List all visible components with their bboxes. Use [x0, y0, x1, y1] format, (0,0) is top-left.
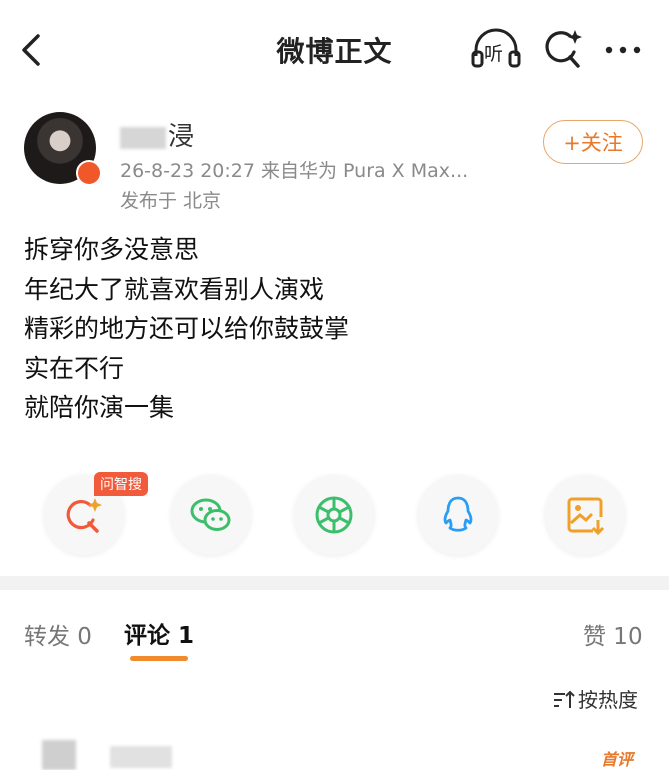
tab-likes[interactable]: 赞 10: [583, 617, 643, 651]
post-location: 发布于 北京: [120, 190, 222, 212]
sort-icon: [554, 690, 575, 708]
post-content: 拆穿你多没意思 年纪大了就喜欢看别人演戏 精彩的地方还可以给你鼓鼓掌 实在不行 …: [24, 230, 349, 428]
qq-icon: [443, 496, 473, 532]
verified-badge-icon: [76, 160, 102, 186]
ai-search-button[interactable]: [540, 26, 584, 72]
ai-search-icon: [66, 498, 102, 533]
follow-button[interactable]: +关注: [543, 120, 643, 164]
sort-by-heat-button[interactable]: 按热度: [553, 684, 638, 713]
listen-label: 听: [484, 43, 504, 65]
post-line: 精彩的地方还可以给你鼓鼓掌: [24, 314, 350, 343]
sort-label: 按热度: [578, 688, 638, 712]
first-comment-badge: 首评: [601, 750, 634, 769]
post-line: 实在不行: [24, 353, 125, 383]
tab-comments[interactable]: 评论 1: [124, 616, 194, 650]
more-dots-icon: [605, 46, 641, 54]
tab-repost[interactable]: 转发 0: [24, 617, 92, 651]
share-save-image-button[interactable]: [545, 475, 625, 555]
wechat-icon: [190, 498, 231, 531]
post-line: 就陪你演一集: [24, 393, 175, 422]
ai-search-tag: 问智搜: [94, 472, 148, 496]
post-line: 年纪大了就喜欢看别人演戏: [24, 274, 325, 304]
listen-button[interactable]: 听: [470, 26, 522, 72]
more-button[interactable]: [598, 30, 648, 70]
post-line: 拆穿你多没意思: [24, 235, 200, 264]
moments-icon: [315, 496, 353, 534]
blurred-name-part: [120, 126, 166, 149]
commenter-avatar[interactable]: [42, 740, 76, 770]
share-moments-button[interactable]: [294, 475, 374, 555]
author-name-text: 浸: [168, 122, 195, 152]
share-qq-button[interactable]: [418, 475, 498, 555]
author-name[interactable]: 浸: [120, 116, 194, 153]
section-divider: [0, 576, 669, 590]
post-time-source: 26-8-23 20:27 来自华为 Pura X Max...: [120, 160, 469, 182]
commenter-name[interactable]: [110, 746, 172, 768]
ai-search-icon: [545, 30, 582, 68]
share-wechat-button[interactable]: [171, 475, 251, 555]
save-image-icon: [567, 497, 605, 536]
active-tab-indicator: [130, 656, 188, 661]
